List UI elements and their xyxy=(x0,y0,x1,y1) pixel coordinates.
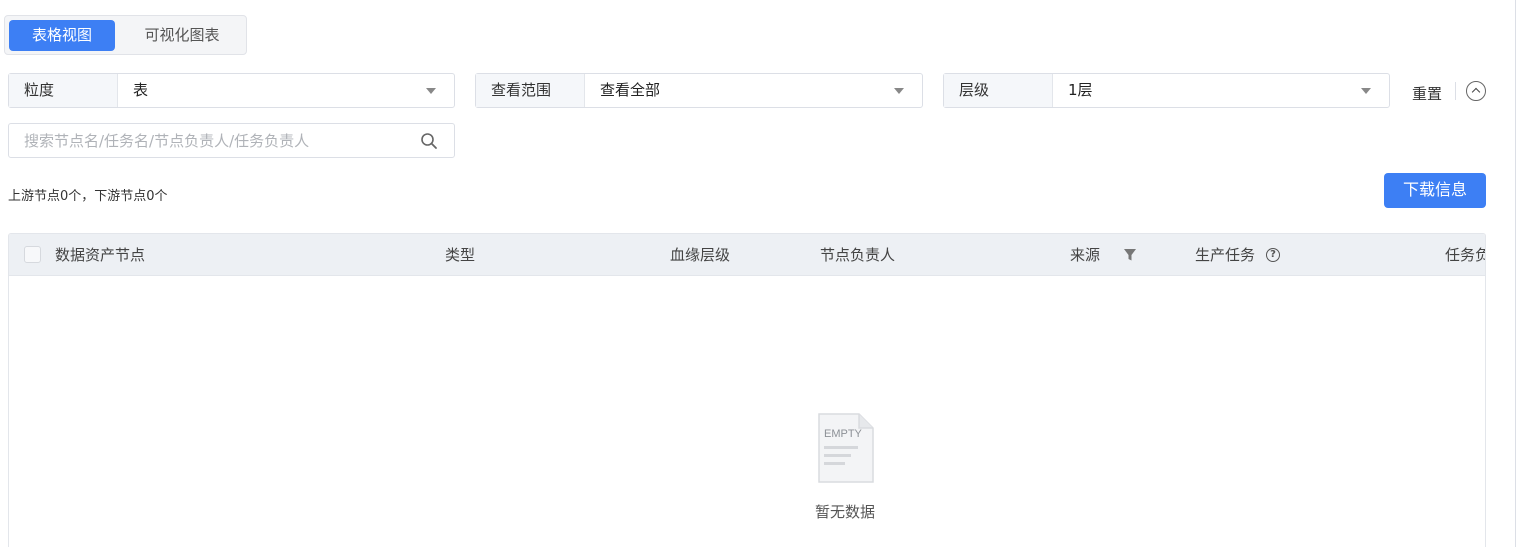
scope-select[interactable]: 查看范围 查看全部 xyxy=(475,73,923,108)
select-all-checkbox[interactable] xyxy=(24,246,41,263)
page-scrollbar-edge xyxy=(1515,0,1516,547)
filter-icon[interactable] xyxy=(1123,248,1137,262)
search-input[interactable] xyxy=(9,124,409,157)
column-header-production-task: 生产任务 xyxy=(1195,246,1256,264)
help-icon[interactable]: ? xyxy=(1266,248,1280,262)
reset-button[interactable]: 重置 xyxy=(1412,83,1442,104)
column-header-source: 来源 xyxy=(1070,246,1101,264)
lineage-table: 数据资产节点 类型 血缘层级 节点负责人 来源 生产任务 ? 任务负 EMPTY… xyxy=(8,233,1486,547)
column-header-type: 类型 xyxy=(445,246,476,264)
view-toggle: 表格视图 可视化图表 xyxy=(4,15,247,55)
column-header-lineage-level: 血缘层级 xyxy=(670,246,731,264)
column-header-task-owner: 任务负 xyxy=(1445,246,1486,264)
empty-icon-text: EMPTY xyxy=(824,428,863,440)
scope-label: 查看范围 xyxy=(476,74,585,107)
lineage-summary: 上游节点0个，下游节点0个 xyxy=(8,189,168,204)
search-icon[interactable] xyxy=(420,132,438,150)
level-value: 1层 xyxy=(1068,81,1093,99)
caret-down-icon xyxy=(426,88,436,94)
download-button[interactable]: 下载信息 xyxy=(1384,173,1486,208)
column-header-node-owner: 节点负责人 xyxy=(820,246,896,264)
level-select[interactable]: 层级 1层 xyxy=(943,73,1390,108)
granularity-select[interactable]: 粒度 表 xyxy=(8,73,455,108)
search-box xyxy=(8,123,455,158)
empty-file-icon: EMPTY xyxy=(818,413,874,483)
collapse-up-icon[interactable] xyxy=(1466,81,1486,101)
column-header-asset-node: 数据资产节点 xyxy=(55,246,146,264)
empty-state-text: 暂无数据 xyxy=(814,503,875,521)
divider xyxy=(1455,82,1456,100)
scope-value: 查看全部 xyxy=(600,81,661,99)
level-label: 层级 xyxy=(944,74,1053,107)
granularity-label: 粒度 xyxy=(9,74,118,107)
chart-view-tab[interactable]: 可视化图表 xyxy=(121,20,243,51)
table-view-tab[interactable]: 表格视图 xyxy=(9,20,115,51)
caret-down-icon xyxy=(1361,88,1371,94)
table-header: 数据资产节点 类型 血缘层级 节点负责人 来源 生产任务 ? 任务负 xyxy=(9,234,1485,276)
caret-down-icon xyxy=(894,88,904,94)
granularity-value: 表 xyxy=(133,81,149,99)
